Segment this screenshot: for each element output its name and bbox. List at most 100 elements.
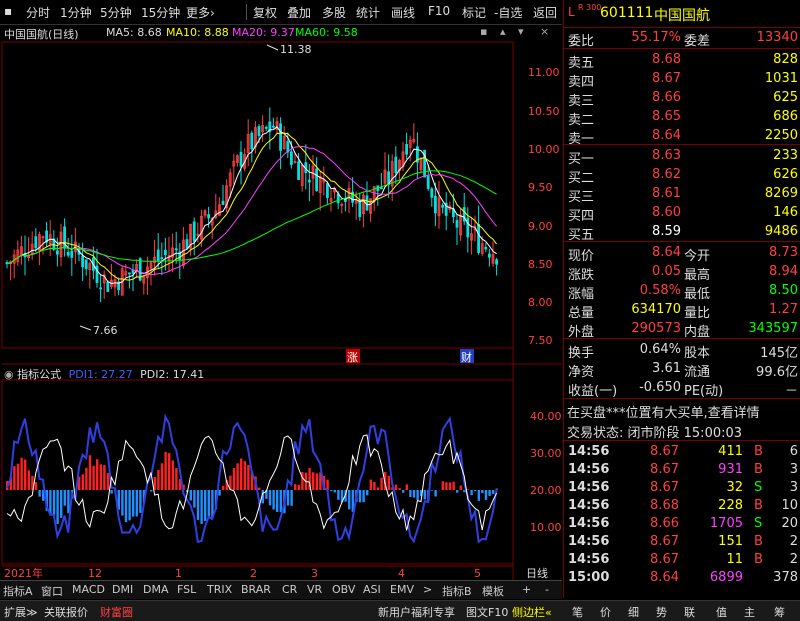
tab-indicator-a[interactable]: 指标A bbox=[3, 583, 33, 599]
candle-body bbox=[406, 144, 408, 154]
indicator-bar bbox=[150, 490, 152, 491]
indicator-tick: 40.00 bbox=[530, 410, 562, 423]
tick-time: 15:00 bbox=[568, 570, 609, 585]
indicator-bar bbox=[402, 490, 404, 493]
sell-level-price: 8.64 bbox=[652, 128, 681, 143]
candle-body bbox=[222, 201, 224, 204]
candle-body bbox=[128, 273, 130, 274]
tab-asi[interactable]: ASI bbox=[363, 583, 381, 596]
candle-body bbox=[157, 250, 159, 261]
indicator-bar bbox=[434, 490, 436, 496]
stat-row: 总量634170量比1.27 bbox=[564, 301, 800, 319]
candle-body bbox=[485, 247, 487, 249]
new-user-benefit-link[interactable]: 新用户福利专享 bbox=[378, 604, 455, 620]
tab-obv[interactable]: OBV bbox=[332, 583, 355, 596]
tab-link[interactable]: 联 bbox=[684, 604, 695, 620]
candle-body bbox=[344, 200, 346, 202]
sidebar-toggle-button[interactable]: 侧边栏« bbox=[512, 604, 552, 620]
tick-side: B bbox=[754, 534, 763, 549]
trade-state: 交易状态: 闭市阶段 15:00:03 bbox=[564, 421, 800, 439]
sell-level-volume: 625 bbox=[773, 90, 798, 105]
tab-dmi[interactable]: DMI bbox=[112, 583, 133, 596]
low-annotation: 7.66 bbox=[93, 324, 118, 337]
indicator-toggle-icon[interactable]: ◉ bbox=[4, 368, 14, 381]
tab-trend[interactable]: 势 bbox=[656, 604, 667, 620]
buy-level-volume: 8269 bbox=[765, 186, 798, 201]
stat-row: 涨跌0.05最高8.94 bbox=[564, 263, 800, 281]
tab-price[interactable]: 价 bbox=[600, 604, 611, 620]
tab-window[interactable]: 窗口 bbox=[41, 583, 63, 599]
indicator-bar bbox=[377, 487, 379, 490]
tab-trix[interactable]: TRIX bbox=[207, 583, 232, 596]
tab-main[interactable]: 主 bbox=[744, 604, 755, 620]
tab-detail[interactable]: 细 bbox=[628, 604, 639, 620]
indicator-bar bbox=[168, 453, 170, 490]
candle-body bbox=[290, 152, 292, 165]
sell-level-row: 卖一8.642250 bbox=[564, 127, 800, 145]
year-label: 2021年 bbox=[4, 566, 43, 580]
indicator-bar bbox=[244, 461, 246, 490]
tab-template[interactable]: 模板 bbox=[482, 583, 504, 599]
zoom-out-button[interactable]: - bbox=[545, 583, 549, 596]
stat-row: 外盘290573内盘343597 bbox=[564, 320, 800, 338]
indicator-bar bbox=[290, 490, 292, 506]
big-order-notice[interactable]: 在买盘***位置有大买单,查看详情 bbox=[564, 401, 800, 419]
sell-level-price: 8.66 bbox=[652, 90, 681, 105]
indicator-bar bbox=[67, 490, 69, 513]
buy-level-price: 8.59 bbox=[652, 224, 681, 239]
indicator-bar bbox=[24, 460, 26, 490]
related-quotes-button[interactable]: 关联报价 bbox=[44, 604, 88, 620]
indicator-bar bbox=[431, 490, 433, 491]
indicator-bar bbox=[481, 490, 483, 493]
period-label[interactable]: 日线 bbox=[526, 566, 548, 580]
tick-time: 14:56 bbox=[568, 516, 609, 531]
stat-value: 290573 bbox=[631, 321, 681, 336]
buy-level-row: 买五8.599486 bbox=[564, 223, 800, 241]
stat-value: 0.58% bbox=[640, 283, 681, 298]
tab-dma[interactable]: DMA bbox=[143, 583, 169, 596]
candle-body bbox=[366, 196, 368, 210]
indicator-bar bbox=[413, 490, 415, 498]
indicator-bar bbox=[139, 490, 141, 513]
indicator-bar bbox=[85, 468, 87, 490]
tab-fsl[interactable]: FSL bbox=[177, 583, 196, 596]
tab-chips[interactable]: 筹 bbox=[774, 604, 785, 620]
sell-level-price: 8.67 bbox=[652, 71, 681, 86]
tab-cr[interactable]: CR bbox=[282, 583, 297, 596]
fund-value: － bbox=[785, 380, 798, 399]
indicator-bar bbox=[380, 478, 382, 490]
indicator-name[interactable]: 指标公式 bbox=[17, 368, 61, 381]
price-tick: 8.50 bbox=[528, 258, 553, 271]
kline-chart[interactable]: 11.00 10.50 10.00 9.50 9.00 8.50 8.00 7.… bbox=[0, 0, 563, 600]
tick-price: 8.67 bbox=[650, 552, 679, 567]
tabs-next-icon[interactable]: > bbox=[423, 583, 432, 596]
candle-body bbox=[258, 127, 260, 136]
indicator-bar bbox=[280, 490, 282, 512]
tab-vr[interactable]: VR bbox=[307, 583, 322, 596]
tab-brar[interactable]: BRAR bbox=[241, 583, 271, 596]
f10-graphic-button[interactable]: 图文F10 bbox=[466, 604, 508, 620]
fund-label: 股本 bbox=[684, 342, 710, 361]
price-tick: 9.00 bbox=[528, 220, 553, 233]
tab-value[interactable]: 值 bbox=[716, 604, 727, 620]
tab-indicator-b[interactable]: 指标B bbox=[442, 583, 472, 599]
indicator-bar bbox=[136, 490, 138, 516]
price-panel-frame bbox=[2, 42, 513, 348]
tab-macd[interactable]: MACD bbox=[72, 583, 105, 596]
month-tick: 5 bbox=[474, 567, 481, 580]
candle-body bbox=[67, 252, 69, 255]
candle-body bbox=[316, 169, 318, 191]
weicha-label: 委差 bbox=[684, 30, 710, 49]
candle-body bbox=[298, 162, 300, 180]
expand-button[interactable]: 扩展≫ bbox=[4, 604, 38, 620]
indicator-bar bbox=[17, 464, 19, 490]
tab-trades[interactable]: 笔 bbox=[572, 604, 583, 620]
tick-volume: 32 bbox=[726, 480, 743, 495]
wealth-circle-button[interactable]: 财富圈 bbox=[100, 604, 133, 620]
zoom-in-button[interactable]: + bbox=[522, 583, 531, 596]
tab-emv[interactable]: EMV bbox=[390, 583, 414, 596]
indicator-bar bbox=[359, 490, 361, 502]
price-tick: 10.00 bbox=[528, 143, 560, 156]
indicator-tabs: 指标A 窗口 MACD DMI DMA FSL TRIX BRAR CR VR … bbox=[0, 580, 562, 599]
indicator-bar bbox=[164, 452, 166, 490]
